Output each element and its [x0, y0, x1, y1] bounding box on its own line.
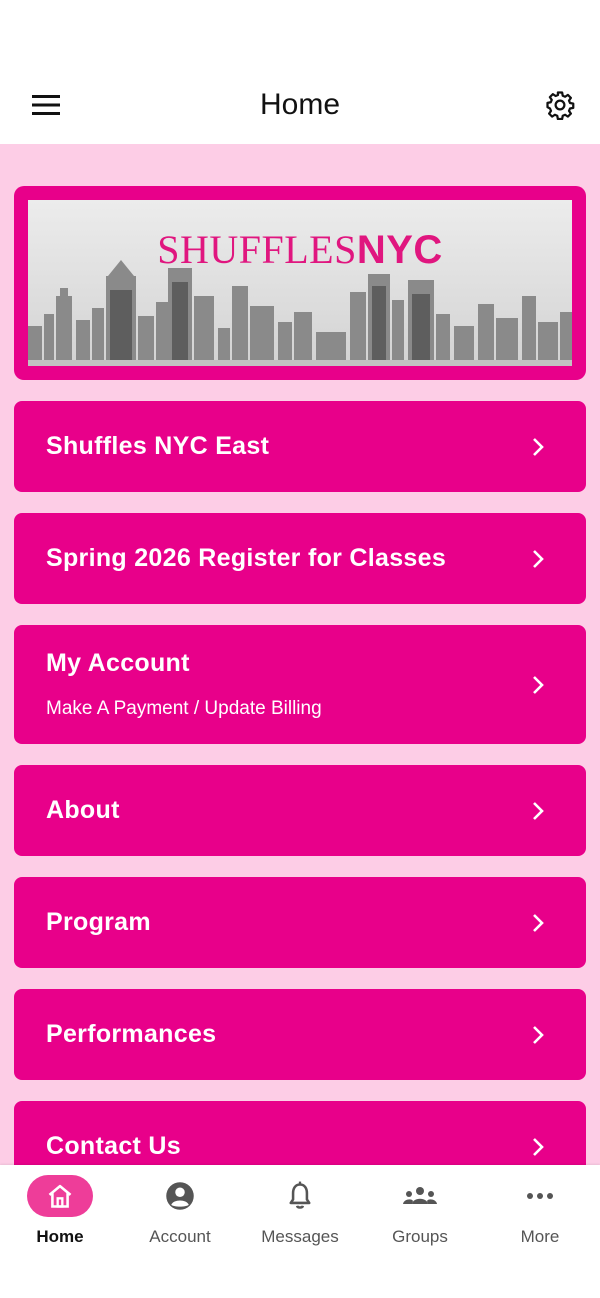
- menu-item-label: Contact Us: [46, 1132, 181, 1160]
- menu-item-register-for-classes[interactable]: Spring 2026 Register for Classes: [14, 513, 586, 604]
- menu-item-label: Program: [46, 908, 151, 936]
- chevron-right-icon: [533, 1025, 544, 1044]
- menu-item-label: Spring 2026 Register for Classes: [46, 544, 447, 572]
- menu-item-about[interactable]: About: [14, 765, 586, 856]
- nav-active-indicator: [27, 1175, 93, 1217]
- nav-label: Account: [149, 1227, 211, 1246]
- nav-tab-more[interactable]: More: [480, 1165, 600, 1298]
- menu-item-performances[interactable]: Performances: [14, 989, 586, 1080]
- menu-item-label: Shuffles NYC East: [46, 432, 270, 460]
- hamburger-menu-icon: [32, 95, 60, 115]
- chevron-right-icon: [533, 913, 544, 932]
- top-app-bar: Home: [0, 66, 600, 144]
- chevron-right-icon: [533, 801, 544, 820]
- page-title: Home: [259, 88, 341, 121]
- nav-tab-home[interactable]: Home: [0, 1165, 120, 1298]
- nav-tab-groups[interactable]: Groups: [360, 1165, 480, 1298]
- chevron-right-icon: [533, 549, 544, 568]
- chevron-right-icon: [533, 1137, 544, 1156]
- menu-item-label: Performances: [46, 1020, 217, 1048]
- menu-item-program[interactable]: Program: [14, 877, 586, 968]
- menu-item-label: My Account: [46, 649, 190, 677]
- settings-button[interactable]: [540, 85, 580, 125]
- menu-item-label: About: [46, 796, 120, 824]
- menu-item-contact-us[interactable]: Contact Us: [14, 1101, 586, 1165]
- more-icon: [527, 1193, 553, 1199]
- chevron-right-icon: [533, 675, 544, 694]
- menu-item-sublabel: Make A Payment / Update Billing: [46, 698, 322, 719]
- home-content: SHUFFLESNYC Shuffles NYC East Spring 202…: [0, 144, 600, 1165]
- menu-item-shuffles-nyc-east[interactable]: Shuffles NYC East: [14, 401, 586, 492]
- nav-tab-messages[interactable]: Messages: [240, 1165, 360, 1298]
- groups-icon: [403, 1187, 437, 1204]
- gear-icon: [546, 91, 575, 120]
- menu-item-my-account[interactable]: My Account Make A Payment / Update Billi…: [14, 625, 586, 744]
- status-bar-area: [0, 0, 600, 66]
- nav-label: Home: [36, 1227, 84, 1246]
- banner[interactable]: SHUFFLESNYC: [14, 186, 586, 380]
- hamburger-menu-button[interactable]: [26, 85, 66, 125]
- banner-image: SHUFFLESNYC: [28, 200, 572, 366]
- city-skyline-image: [28, 260, 572, 366]
- nav-label: Groups: [392, 1227, 448, 1246]
- nav-label: More: [520, 1227, 560, 1246]
- nav-label: Messages: [261, 1227, 339, 1246]
- home-icon: [48, 1184, 72, 1208]
- bell-icon: [289, 1181, 311, 1209]
- bottom-navigation: Home Account Messages Groups More: [0, 1165, 600, 1298]
- nav-tab-account[interactable]: Account: [120, 1165, 240, 1298]
- chevron-right-icon: [533, 437, 544, 456]
- account-icon: [166, 1182, 194, 1210]
